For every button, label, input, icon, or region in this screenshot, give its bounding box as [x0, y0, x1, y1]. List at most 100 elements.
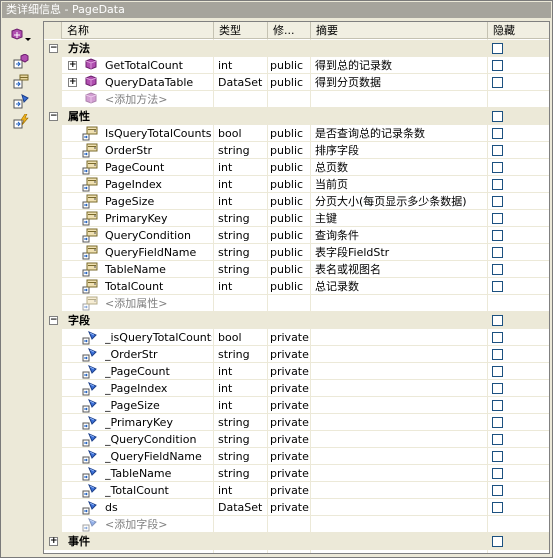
member-row[interactable]: PrimaryKey string public 主键 [44, 210, 549, 227]
member-name[interactable]: TableName [105, 261, 212, 278]
member-summary[interactable]: 总页数 [315, 159, 487, 176]
member-row[interactable]: QueryCondition string public 查询条件 [44, 227, 549, 244]
expand-icon[interactable]: + [49, 537, 58, 546]
member-name[interactable]: ds [105, 499, 212, 516]
collapse-icon[interactable]: − [49, 44, 58, 53]
member-row[interactable]: + GetTotalCount int public 得到总的记录数 [44, 57, 549, 74]
member-summary[interactable] [315, 414, 487, 431]
member-summary[interactable]: 表字段FieldStr [315, 244, 487, 261]
column-header-name[interactable]: 名称 [62, 22, 214, 39]
member-modifier[interactable]: public [270, 193, 311, 210]
member-row[interactable]: _QueryFieldName string private [44, 448, 549, 465]
member-modifier[interactable]: public [270, 125, 311, 142]
member-name[interactable]: _TableName [105, 465, 212, 482]
member-name[interactable]: PageIndex [105, 176, 212, 193]
member-row[interactable]: PageCount int public 总页数 [44, 159, 549, 176]
member-row[interactable]: _TotalCount int private [44, 482, 549, 499]
member-modifier[interactable]: public [270, 142, 311, 159]
member-name[interactable]: _PrimaryKey [105, 414, 212, 431]
member-hidden-checkbox[interactable] [492, 145, 503, 156]
add-member-row[interactable]: <添加字段> [44, 516, 549, 533]
member-summary[interactable]: 总记录数 [315, 278, 487, 295]
properties-icon[interactable] [10, 53, 32, 71]
member-row[interactable]: PageIndex int public 当前页 [44, 176, 549, 193]
member-modifier[interactable]: private [270, 414, 311, 431]
member-name[interactable]: PageSize [105, 193, 212, 210]
member-hidden-checkbox[interactable] [492, 264, 503, 275]
member-row[interactable]: QueryFieldName string public 表字段FieldStr [44, 244, 549, 261]
member-modifier[interactable]: private [270, 346, 311, 363]
member-summary[interactable]: 得到分页数据 [315, 74, 487, 91]
member-type[interactable]: int [218, 57, 268, 74]
member-summary[interactable] [315, 380, 487, 397]
member-hidden-checkbox[interactable] [492, 349, 503, 360]
member-summary[interactable] [315, 482, 487, 499]
member-name[interactable]: _QueryFieldName [105, 448, 212, 465]
member-modifier[interactable]: private [270, 397, 311, 414]
member-row[interactable]: _PageCount int private [44, 363, 549, 380]
member-hidden-checkbox[interactable] [492, 179, 503, 190]
member-name[interactable]: IsQueryTotalCounts [105, 125, 212, 142]
member-type[interactable]: string [218, 142, 268, 159]
member-hidden-checkbox[interactable] [492, 128, 503, 139]
member-summary[interactable]: 排序字段 [315, 142, 487, 159]
member-summary[interactable]: 当前页 [315, 176, 487, 193]
member-type[interactable]: string [218, 210, 268, 227]
column-header-summary[interactable]: 摘要 [311, 22, 488, 39]
member-type[interactable]: int [218, 397, 268, 414]
member-hidden-checkbox[interactable] [492, 247, 503, 258]
member-type[interactable]: string [218, 414, 268, 431]
member-summary[interactable]: 查询条件 [315, 227, 487, 244]
member-type[interactable]: DataSet [218, 499, 268, 516]
member-type[interactable]: bool [218, 125, 268, 142]
collapse-icon[interactable]: − [49, 112, 58, 121]
member-modifier[interactable]: public [270, 57, 311, 74]
member-hidden-checkbox[interactable] [492, 230, 503, 241]
member-modifier[interactable]: private [270, 363, 311, 380]
member-summary[interactable]: 是否查询总的记录条数 [315, 125, 487, 142]
section-row-0[interactable]: − 方法 [44, 40, 549, 57]
section-hidden-checkbox[interactable] [492, 43, 503, 54]
member-modifier[interactable]: public [270, 227, 311, 244]
member-row[interactable]: _PageIndex int private [44, 380, 549, 397]
member-hidden-checkbox[interactable] [492, 502, 503, 513]
member-name[interactable]: GetTotalCount [105, 57, 212, 74]
member-summary[interactable] [315, 499, 487, 516]
member-type[interactable]: string [218, 244, 268, 261]
member-type[interactable]: string [218, 465, 268, 482]
member-row[interactable]: IsQueryTotalCounts bool public 是否查询总的记录条数 [44, 125, 549, 142]
member-modifier[interactable]: private [270, 448, 311, 465]
member-summary[interactable] [315, 465, 487, 482]
member-type[interactable]: int [218, 363, 268, 380]
member-modifier[interactable]: public [270, 261, 311, 278]
member-name[interactable]: _TotalCount [105, 482, 212, 499]
member-modifier[interactable]: public [270, 159, 311, 176]
member-name[interactable]: QueryDataTable [105, 74, 212, 91]
member-modifier[interactable]: private [270, 431, 311, 448]
method-view-icon[interactable] [10, 73, 32, 91]
member-name[interactable]: _PageCount [105, 363, 212, 380]
member-summary[interactable] [315, 363, 487, 380]
member-hidden-checkbox[interactable] [492, 451, 503, 462]
member-summary[interactable] [315, 346, 487, 363]
column-header-modifier[interactable]: 修... [268, 22, 311, 39]
member-hidden-checkbox[interactable] [492, 196, 503, 207]
member-modifier[interactable]: public [270, 244, 311, 261]
collapse-icon[interactable]: − [49, 316, 58, 325]
add-member-icon[interactable] [10, 27, 32, 45]
member-name[interactable]: QueryFieldName [105, 244, 212, 261]
member-row[interactable]: PageSize int public 分页大小(每页显示多少条数据) [44, 193, 549, 210]
expand-icon[interactable]: + [68, 61, 77, 70]
member-type[interactable]: string [218, 227, 268, 244]
column-header-type[interactable]: 类型 [214, 22, 268, 39]
member-hidden-checkbox[interactable] [492, 281, 503, 292]
event-view-icon[interactable] [10, 113, 32, 131]
member-modifier[interactable]: private [270, 329, 311, 346]
member-row[interactable]: _PrimaryKey string private [44, 414, 549, 431]
member-modifier[interactable]: public [270, 210, 311, 227]
add-member-placeholder[interactable]: <添加字段> [105, 516, 235, 533]
member-modifier[interactable]: public [270, 278, 311, 295]
member-row[interactable]: OrderStr string public 排序字段 [44, 142, 549, 159]
member-type[interactable]: int [218, 176, 268, 193]
section-hidden-checkbox[interactable] [492, 111, 503, 122]
